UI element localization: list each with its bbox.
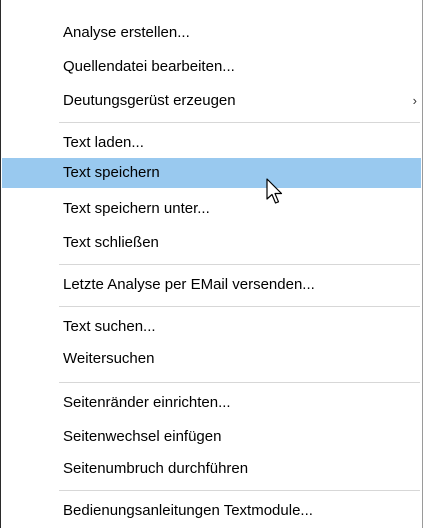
menu-item-text-speichern-unter[interactable]: Text speichern unter... bbox=[2, 194, 421, 224]
menu-item-label: Seitenwechsel einfügen bbox=[63, 428, 222, 445]
menu-separator bbox=[59, 382, 420, 383]
menu-item-label: Seitenumbruch durchführen bbox=[63, 460, 249, 477]
menu-separator bbox=[59, 122, 420, 123]
menu-item-text-speichern[interactable]: Text speichern bbox=[2, 158, 421, 188]
menu-item-text-laden[interactable]: Text laden... bbox=[2, 128, 421, 158]
menu-item-label: Bedienungsanleitungen Textmodule... bbox=[63, 502, 313, 519]
menu-item-label: Letzte Analyse per EMail versenden... bbox=[63, 276, 315, 293]
menu-item-label: Deutungsgerüst erzeugen bbox=[63, 92, 236, 109]
menu-item-deutungsgeruest-erzeugen[interactable]: Deutungsgerüst erzeugen › bbox=[2, 86, 421, 116]
menu-item-label: Analyse erstellen... bbox=[63, 24, 190, 41]
context-menu: Analyse erstellen... Quellendatei bearbe… bbox=[0, 0, 423, 528]
menu-separator bbox=[59, 306, 420, 307]
menu-item-seitenumbruch-durchfuehren[interactable]: Seitenumbruch durchführen bbox=[2, 454, 421, 484]
menu-item-label: Text suchen... bbox=[63, 318, 156, 335]
menu-separator bbox=[59, 490, 420, 491]
menu-item-label: Quellendatei bearbeiten... bbox=[63, 58, 235, 75]
menu-item-label: Text schließen bbox=[63, 234, 159, 251]
menu-separator bbox=[59, 264, 420, 265]
menu-item-analyse-erstellen[interactable]: Analyse erstellen... bbox=[2, 18, 421, 48]
menu-item-seitenwechsel-einfuegen[interactable]: Seitenwechsel einfügen bbox=[2, 422, 421, 452]
menu-item-label: Text laden... bbox=[63, 134, 144, 151]
menu-item-label: Text speichern unter... bbox=[63, 200, 210, 217]
menu-item-seitenraender-einrichten[interactable]: Seitenränder einrichten... bbox=[2, 388, 421, 418]
menu-item-analyse-per-email[interactable]: Letzte Analyse per EMail versenden... bbox=[2, 270, 421, 300]
menu-item-label: Weitersuchen bbox=[63, 350, 155, 367]
menu-item-bedienungsanleitungen[interactable]: Bedienungsanleitungen Textmodule... bbox=[2, 496, 421, 526]
menu-item-label: Seitenränder einrichten... bbox=[63, 394, 231, 411]
menu-item-label: Text speichern bbox=[63, 164, 160, 181]
menu-item-weitersuchen[interactable]: Weitersuchen bbox=[2, 344, 421, 374]
menu-item-text-suchen[interactable]: Text suchen... bbox=[2, 312, 421, 342]
chevron-right-icon: › bbox=[412, 93, 417, 108]
menu-item-quellendatei-bearbeiten[interactable]: Quellendatei bearbeiten... bbox=[2, 52, 421, 82]
menu-item-text-schliessen[interactable]: Text schließen bbox=[2, 228, 421, 258]
mouse-cursor-icon bbox=[266, 178, 283, 204]
